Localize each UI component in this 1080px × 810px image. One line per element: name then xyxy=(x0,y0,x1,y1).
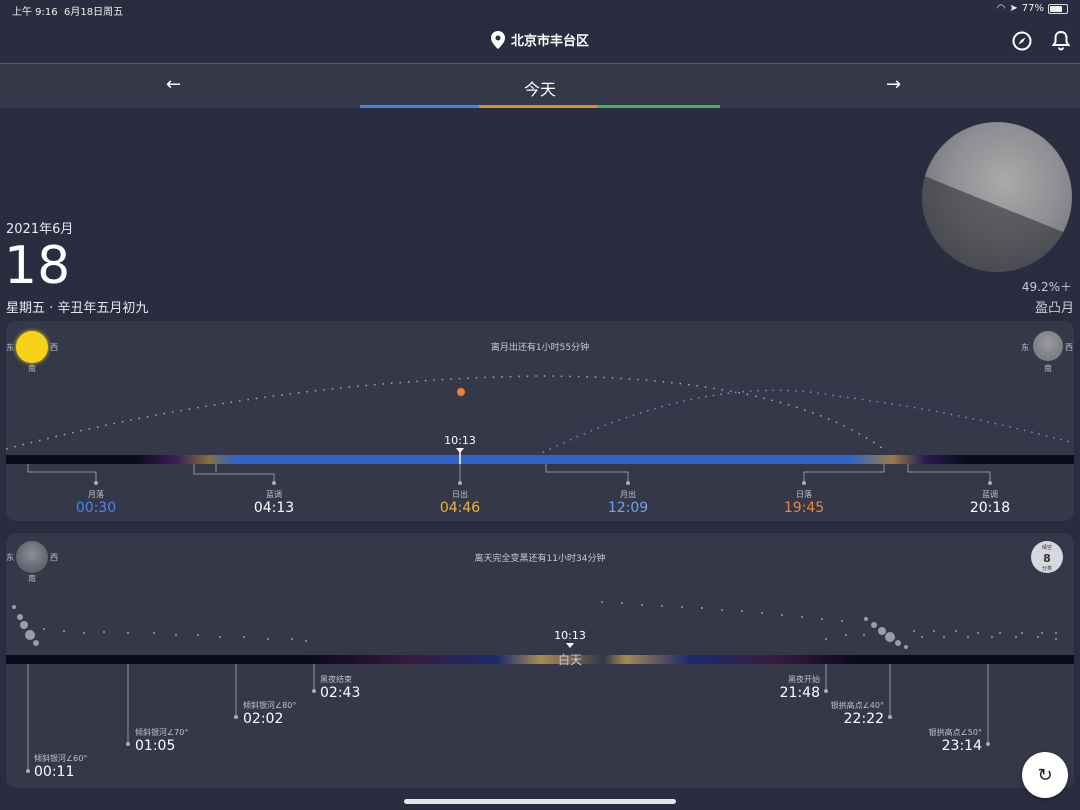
home-indicator xyxy=(404,799,676,804)
app-header: 北京市丰台区 xyxy=(0,18,1080,64)
night-now-time: 10:13 xyxy=(554,629,586,642)
refresh-icon: ↻ xyxy=(1037,764,1053,786)
bell-icon[interactable] xyxy=(1051,30,1071,52)
event-blue-hour-evening: 蓝调 20:18 xyxy=(969,490,1011,516)
status-bar: 上午 9:16 6月18日周五 ◠ ➤ 77% xyxy=(0,0,1080,18)
location-label: 北京市丰台区 xyxy=(510,34,589,49)
event-night-start: 黑夜开始 21:48 xyxy=(779,675,820,701)
event-moonset: 月落 00:30 xyxy=(75,490,117,516)
location-pin-icon xyxy=(490,31,505,49)
battery-icon xyxy=(1048,3,1068,14)
nav-title: 今天 xyxy=(523,80,556,99)
sun-position-marker xyxy=(457,388,465,396)
weekday-lunar: 星期五 · 辛丑年五月初九 xyxy=(6,301,149,316)
day-number: 18 xyxy=(4,236,71,296)
night-card-title: 离天完全变黑还有11小时34分钟 xyxy=(474,554,606,564)
event-milky-way-70: 倾斜银河∠70° 01:05 xyxy=(135,728,189,754)
sun-moon-card: 东 西 南 东 西 南 离月出还有1小时55分钟 10:13 月落 00:30 蓝… xyxy=(6,321,1074,521)
daylight-timeline xyxy=(6,455,1074,464)
event-blue-hour-morning: 蓝调 04:13 xyxy=(253,490,295,516)
event-milky-way-80: 倾斜银河∠80° 02:02 xyxy=(243,701,297,727)
status-right: ◠ ➤ 77% xyxy=(997,3,1068,14)
year-month: 2021年6月 xyxy=(6,222,74,237)
battery-percent: 77% xyxy=(1021,3,1044,14)
wifi-icon: ◠ xyxy=(996,3,1006,14)
day-navigation: ← 今天 → xyxy=(0,64,1080,108)
location-button[interactable]: 北京市丰台区 xyxy=(0,30,1080,49)
night-now-triangle xyxy=(566,643,574,648)
daytime-label: 白天 xyxy=(557,653,582,667)
now-triangle xyxy=(456,448,464,453)
status-time: 上午 9:16 6月18日周五 xyxy=(12,7,124,18)
moon-illumination: 49.2%＋ xyxy=(1021,280,1072,294)
sun-now-time: 10:13 xyxy=(444,434,476,447)
night-compass-south-label: 南 xyxy=(28,574,36,583)
tab-indicator xyxy=(360,105,720,108)
sun-card-title: 离月出还有1小时55分钟 xyxy=(490,343,590,353)
refresh-button[interactable]: ↻ xyxy=(1022,752,1068,798)
event-sunrise: 日出 04:46 xyxy=(439,490,481,516)
event-arch-50: 银拱高点∠50° 23:14 xyxy=(928,728,982,754)
moon-compass-south-label: 南 xyxy=(1044,364,1052,373)
moon-phase: 盈凸月 xyxy=(1034,301,1074,316)
sky-quality-badge[interactable]: 晴空 8 分类 xyxy=(1031,541,1063,573)
compass-icon[interactable] xyxy=(1012,31,1032,51)
event-sunset: 日落 19:45 xyxy=(783,490,825,516)
event-night-end: 黑夜结束 02:43 xyxy=(320,675,361,701)
night-sky-card: 东 西 南 离天完全变黑还有11小时34分钟 晴空 8 分类 10:13 白天 … xyxy=(6,533,1074,788)
next-day-arrow-icon[interactable]: → xyxy=(886,74,901,95)
darkness-timeline xyxy=(6,655,1074,664)
moon-image xyxy=(922,122,1072,272)
event-arch-40: 银拱高点∠40° 22:22 xyxy=(830,701,884,727)
compass-south-label: 南 xyxy=(28,364,36,373)
event-moonrise: 月出 12:09 xyxy=(607,490,649,516)
event-milky-way-60: 倾斜银河∠60° 00:11 xyxy=(34,754,88,780)
moon-path xyxy=(535,389,1074,457)
location-arrow-icon: ➤ xyxy=(1009,3,1018,14)
